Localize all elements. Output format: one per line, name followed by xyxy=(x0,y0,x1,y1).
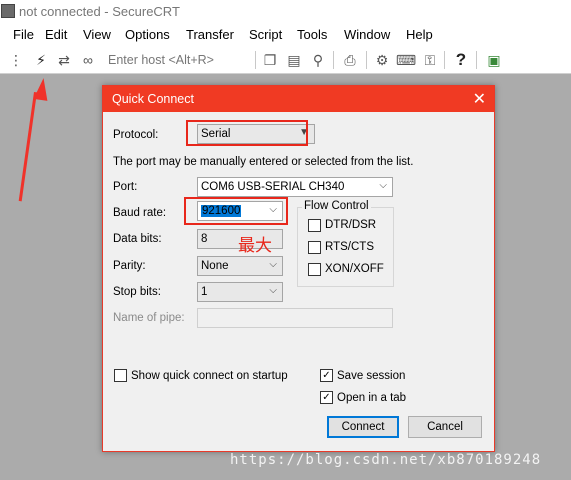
baud-rate-highlight-box xyxy=(184,197,288,225)
toolbar: ⋮ ⚡ ⇄ ∞ Enter host <Alt+R> ❐ ▤ ⚲ ⎙ ⚙ ⌨ ⚿… xyxy=(0,46,571,74)
chevron-down-icon: ⌵ xyxy=(379,180,387,191)
pipe-name-label: Name of pipe: xyxy=(113,312,185,324)
app-titlebar: not connected - SecureCRT xyxy=(0,0,571,24)
menu-help[interactable]: Help xyxy=(406,27,433,42)
find-icon[interactable]: ⚲ xyxy=(310,52,326,68)
trace-icon[interactable]: ▣ xyxy=(486,52,502,68)
window-title: not connected - SecureCRT xyxy=(19,4,180,19)
copy-icon[interactable]: ❐ xyxy=(262,52,278,68)
enter-host-field[interactable]: Enter host <Alt+R> xyxy=(108,53,214,67)
show-on-startup-label: Show quick connect on startup xyxy=(131,370,288,382)
connect-button[interactable]: Connect xyxy=(327,416,399,438)
save-session-label: Save session xyxy=(337,370,406,382)
toolbar-separator xyxy=(366,51,367,69)
open-in-tab-label: Open in a tab xyxy=(337,392,407,404)
keymap-icon[interactable]: ⌨ xyxy=(396,52,416,68)
paste-icon[interactable]: ▤ xyxy=(286,52,302,68)
port-hint-text: The port may be manually entered or sele… xyxy=(113,156,414,168)
session-options-icon[interactable]: ⚙ xyxy=(374,52,390,68)
dialog-titlebar: Quick Connect ✕ xyxy=(103,86,494,112)
toolbar-separator xyxy=(333,51,334,69)
menu-edit[interactable]: Edit xyxy=(45,27,67,42)
menu-file[interactable]: File xyxy=(13,27,34,42)
dialog-title: Quick Connect xyxy=(112,92,194,106)
menu-transfer[interactable]: Transfer xyxy=(186,27,234,42)
stop-bits-select[interactable]: 1 ⌵ xyxy=(197,282,283,302)
watermark: https://blog.csdn.net/xb870189248 xyxy=(230,452,542,468)
data-bits-value: 8 xyxy=(201,233,208,245)
print-icon[interactable]: ⎙ xyxy=(342,52,358,68)
xon-xoff-label: XON/XOFF xyxy=(325,263,384,275)
stop-bits-label: Stop bits: xyxy=(113,286,161,298)
reconnect-icon[interactable]: ⇄ xyxy=(56,52,72,68)
disconnect-icon[interactable]: ∞ xyxy=(80,52,96,68)
rts-cts-checkbox[interactable] xyxy=(308,241,321,254)
menu-script[interactable]: Script xyxy=(249,27,282,42)
parity-select[interactable]: None ⌵ xyxy=(197,256,283,276)
toolbar-separator xyxy=(255,51,256,69)
toolbar-separator xyxy=(444,51,445,69)
protocol-highlight-box xyxy=(186,120,308,146)
toolbar-separator xyxy=(476,51,477,69)
dtr-dsr-label: DTR/DSR xyxy=(325,219,377,231)
dialog-body: Protocol: Serial ▼ The port may be manua… xyxy=(103,112,494,451)
baud-rate-label: Baud rate: xyxy=(113,207,167,219)
quick-connect-icon[interactable]: ⚡ xyxy=(33,52,49,68)
menu-window[interactable]: Window xyxy=(344,27,390,42)
close-icon[interactable]: ✕ xyxy=(473,89,486,109)
protocol-label: Protocol: xyxy=(113,129,159,141)
pipe-name-field[interactable] xyxy=(197,308,393,328)
securecrt-app-icon xyxy=(1,4,15,18)
menu-bar: File Edit View Options Transfer Script T… xyxy=(0,24,571,46)
stop-bits-value: 1 xyxy=(201,286,208,298)
dtr-dsr-checkbox[interactable] xyxy=(308,219,321,232)
help-icon[interactable]: ? xyxy=(453,50,469,69)
menu-view[interactable]: View xyxy=(83,27,111,42)
data-bits-label: Data bits: xyxy=(113,233,162,245)
port-select[interactable]: COM6 USB-SERIAL CH340 ⌵ xyxy=(197,177,393,197)
connect-bar-icon[interactable]: ⋮ xyxy=(8,52,24,68)
sftp-icon[interactable]: ⚿ xyxy=(422,52,438,68)
save-session-checkbox[interactable]: ✓ xyxy=(320,369,333,382)
parity-value: None xyxy=(201,260,229,272)
menu-options[interactable]: Options xyxy=(125,27,170,42)
chevron-down-icon: ⌵ xyxy=(269,285,277,296)
show-on-startup-checkbox[interactable] xyxy=(114,369,127,382)
annotation-text: 最大 xyxy=(238,236,272,256)
rts-cts-label: RTS/CTS xyxy=(325,241,374,253)
parity-label: Parity: xyxy=(113,260,146,272)
chevron-down-icon: ⌵ xyxy=(269,259,277,270)
xon-xoff-checkbox[interactable] xyxy=(308,263,321,276)
menu-tools[interactable]: Tools xyxy=(297,27,327,42)
open-in-tab-checkbox[interactable]: ✓ xyxy=(320,391,333,404)
port-label: Port: xyxy=(113,181,138,193)
cancel-button[interactable]: Cancel xyxy=(408,416,482,438)
port-value: COM6 USB-SERIAL CH340 xyxy=(201,181,345,193)
flow-control-title: Flow Control xyxy=(302,200,371,212)
